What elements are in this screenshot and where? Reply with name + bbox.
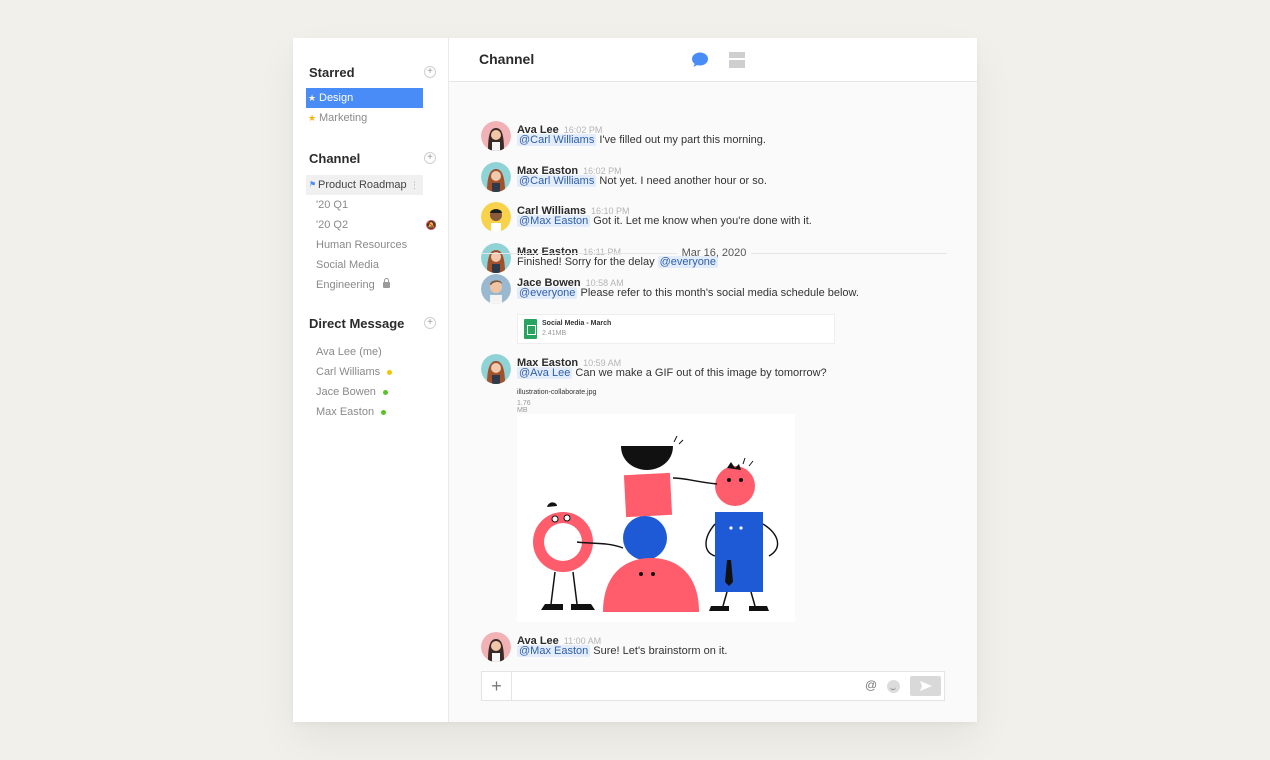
date-label: Mar 16, 2020 xyxy=(681,247,747,259)
add-channel-icon[interactable]: + xyxy=(424,152,436,164)
mute-icon: 🔕 xyxy=(425,220,437,230)
avatar[interactable] xyxy=(481,162,511,192)
message-text: @Carl Williams Not yet. I need another h… xyxy=(517,175,767,187)
message-text: @Ava Lee Can we make a GIF out of this i… xyxy=(517,367,827,379)
avatar[interactable] xyxy=(481,632,511,662)
sidebar-item-label: '20 Q2 xyxy=(316,219,349,231)
file-attachment[interactable]: Social Media - March 2.41MB xyxy=(517,314,835,344)
sidebar-item-carl-williams[interactable]: Carl Williams xyxy=(306,362,423,382)
channel-title: Channel xyxy=(309,150,361,166)
add-direct-message-icon[interactable]: + xyxy=(424,317,436,329)
avatar[interactable] xyxy=(481,202,511,232)
sidebar-item-label: Carl Williams xyxy=(316,366,381,378)
image-file-size: 1.76 MB xyxy=(517,400,531,414)
sidebar-item-label: Ava Lee (me) xyxy=(316,346,382,358)
sidebar-item-label: Design xyxy=(319,92,354,104)
message-text: @Max Easton Got it. Let me know when you… xyxy=(517,215,812,227)
chat-header: Channel xyxy=(449,38,977,82)
sidebar-item-social-media[interactable]: Social Media xyxy=(306,255,423,275)
sidebar-item-label: Jace Bowen xyxy=(316,386,376,398)
mention[interactable]: @everyone xyxy=(517,287,578,299)
emoji-icon[interactable] xyxy=(887,680,900,693)
flag-icon: ⚑ xyxy=(309,180,317,189)
add-attachment-button[interactable]: + xyxy=(482,672,512,700)
chat-bubble-icon[interactable] xyxy=(691,52,709,68)
channel-header: Channel + xyxy=(293,148,448,168)
status-dot xyxy=(381,409,387,415)
date-divider: Mar 16, 2020 xyxy=(481,247,947,259)
add-starred-icon[interactable]: + xyxy=(424,66,436,78)
sidebar-item-design[interactable]: ★ Design xyxy=(306,88,423,108)
avatar[interactable] xyxy=(481,354,511,384)
more-icon[interactable]: ⋮ xyxy=(410,175,419,195)
sidebar-item-label: Human Resources xyxy=(316,239,408,251)
mention-icon[interactable]: @ xyxy=(865,678,877,692)
lock-icon xyxy=(382,278,390,288)
message-input[interactable] xyxy=(514,674,854,698)
sidebar-item-label: '20 Q1 xyxy=(316,199,349,211)
starred-title: Starred xyxy=(309,64,355,80)
chat-main: Channel Ava Lee 16:02 PM @Carl Williams I… xyxy=(449,38,977,722)
mention[interactable]: @Carl Williams xyxy=(517,134,597,146)
sidebar-item-label: Engineering xyxy=(316,279,375,291)
mention[interactable]: @Max Easton xyxy=(517,645,591,657)
status-dot xyxy=(387,369,393,375)
message-text: @everyone Please refer to this month's s… xyxy=(517,287,859,299)
sidebar-item-label: Max Easton xyxy=(316,406,375,418)
image-file-name: illustration-collaborate.jpg xyxy=(517,389,597,396)
status-dot xyxy=(383,389,388,395)
sidebar-item-ava-lee[interactable]: Ava Lee (me) xyxy=(306,342,423,362)
send-icon xyxy=(920,681,932,691)
sidebar-item-jace-bowen[interactable]: Jace Bowen xyxy=(306,382,423,402)
star-icon: ★ xyxy=(308,93,317,103)
file-size: 2.41MB xyxy=(542,330,567,337)
avatar[interactable] xyxy=(481,121,511,151)
sidebar-item-engineering[interactable]: Engineering xyxy=(306,275,423,295)
sidebar-item-label: Marketing xyxy=(319,112,368,124)
starred-header: Starred + xyxy=(293,62,448,82)
app-window: Starred + ★ Design ★ Marketing Channel +… xyxy=(293,38,977,722)
sidebar-item-marketing[interactable]: ★ Marketing xyxy=(306,108,423,128)
sidebar-item-20-q2[interactable]: '20 Q2 🔕 xyxy=(306,215,437,235)
message-composer: + @ xyxy=(481,671,945,701)
sidebar-item-max-easton[interactable]: Max Easton xyxy=(306,402,423,422)
direct-message-title: Direct Message xyxy=(309,315,405,331)
spreadsheet-icon xyxy=(524,319,537,339)
sidebar-item-human-resources[interactable]: Human Resources xyxy=(306,235,423,255)
panel-layout-icon[interactable] xyxy=(729,52,745,68)
message-text: @Max Easton Sure! Let's brainstorm on it… xyxy=(517,645,728,657)
sidebar: Starred + ★ Design ★ Marketing Channel +… xyxy=(293,38,449,722)
mention[interactable]: @Carl Williams xyxy=(517,175,597,187)
message-text: @Carl Williams I've filled out my part t… xyxy=(517,134,766,146)
star-icon: ★ xyxy=(308,113,317,123)
sidebar-item-20-q1[interactable]: '20 Q1 xyxy=(306,195,423,215)
file-name: Social Media - March xyxy=(542,320,612,327)
page-title: Channel xyxy=(479,51,535,67)
sidebar-item-label: Product Roadmap xyxy=(318,179,407,191)
avatar[interactable] xyxy=(481,274,511,304)
mention[interactable]: @Max Easton xyxy=(517,215,591,227)
sidebar-item-product-roadmap[interactable]: ⚑ Product Roadmap ⋮ xyxy=(306,175,423,195)
image-attachment[interactable] xyxy=(517,414,795,622)
direct-message-header: Direct Message + xyxy=(293,313,448,333)
mention[interactable]: @Ava Lee xyxy=(517,367,573,379)
sidebar-item-label: Social Media xyxy=(316,259,379,271)
send-button[interactable] xyxy=(910,676,941,696)
